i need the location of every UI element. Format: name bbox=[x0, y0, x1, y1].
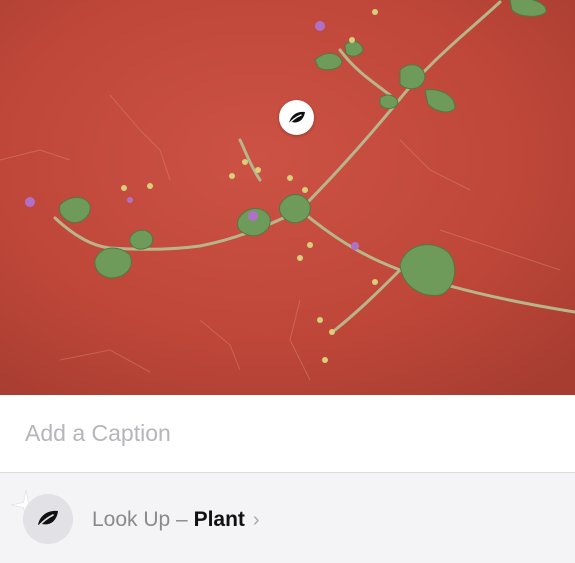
caption-area bbox=[0, 395, 575, 473]
plant-on-wall-image bbox=[0, 0, 575, 395]
look-up-subject: Plant bbox=[193, 508, 245, 531]
caption-input[interactable] bbox=[25, 417, 545, 449]
chevron-right-icon: › bbox=[252, 509, 260, 531]
look-up-prefix: Look Up – bbox=[92, 508, 194, 531]
look-up-row[interactable]: Look Up – Plant › bbox=[0, 474, 575, 563]
photo-image[interactable] bbox=[0, 0, 575, 395]
photo-detail-screen: Look Up – Plant › bbox=[0, 0, 575, 563]
look-up-label: Look Up – Plant › bbox=[92, 508, 260, 532]
visual-lookup-badge[interactable] bbox=[279, 100, 314, 135]
leaf-icon bbox=[286, 111, 305, 126]
look-up-icon-group bbox=[10, 489, 73, 544]
leaf-icon bbox=[36, 510, 58, 529]
look-up-icon-circle bbox=[23, 494, 73, 544]
